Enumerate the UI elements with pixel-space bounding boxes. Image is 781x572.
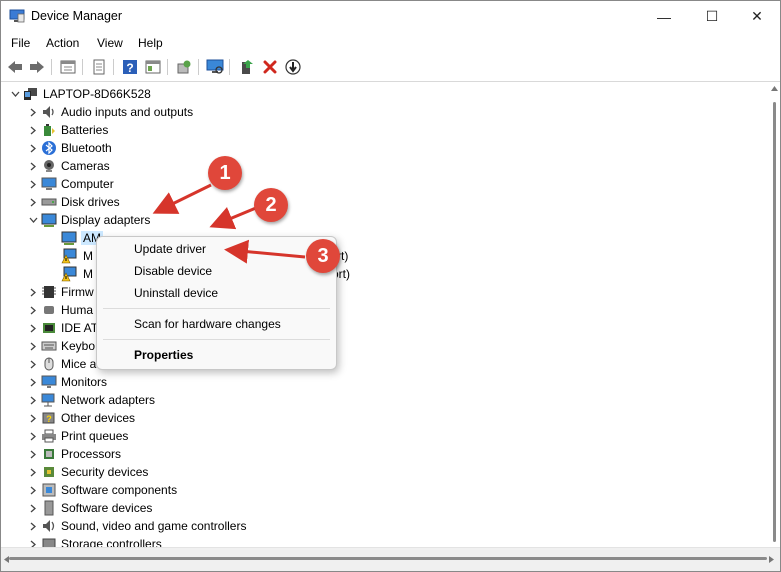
annotation-overlay — [152, 183, 306, 264]
annotation-arrow-3 — [224, 239, 306, 264]
annotation-arrow-1 — [152, 183, 212, 214]
annotation-badge-1: 1 — [208, 156, 242, 190]
annotation-badge-2: 2 — [254, 188, 288, 222]
device-manager-window: Device Manager — ☐ ✕ File Action View He… — [0, 0, 781, 572]
annotation-arrow-2 — [209, 206, 257, 230]
annotation-badge-3: 3 — [306, 239, 340, 273]
